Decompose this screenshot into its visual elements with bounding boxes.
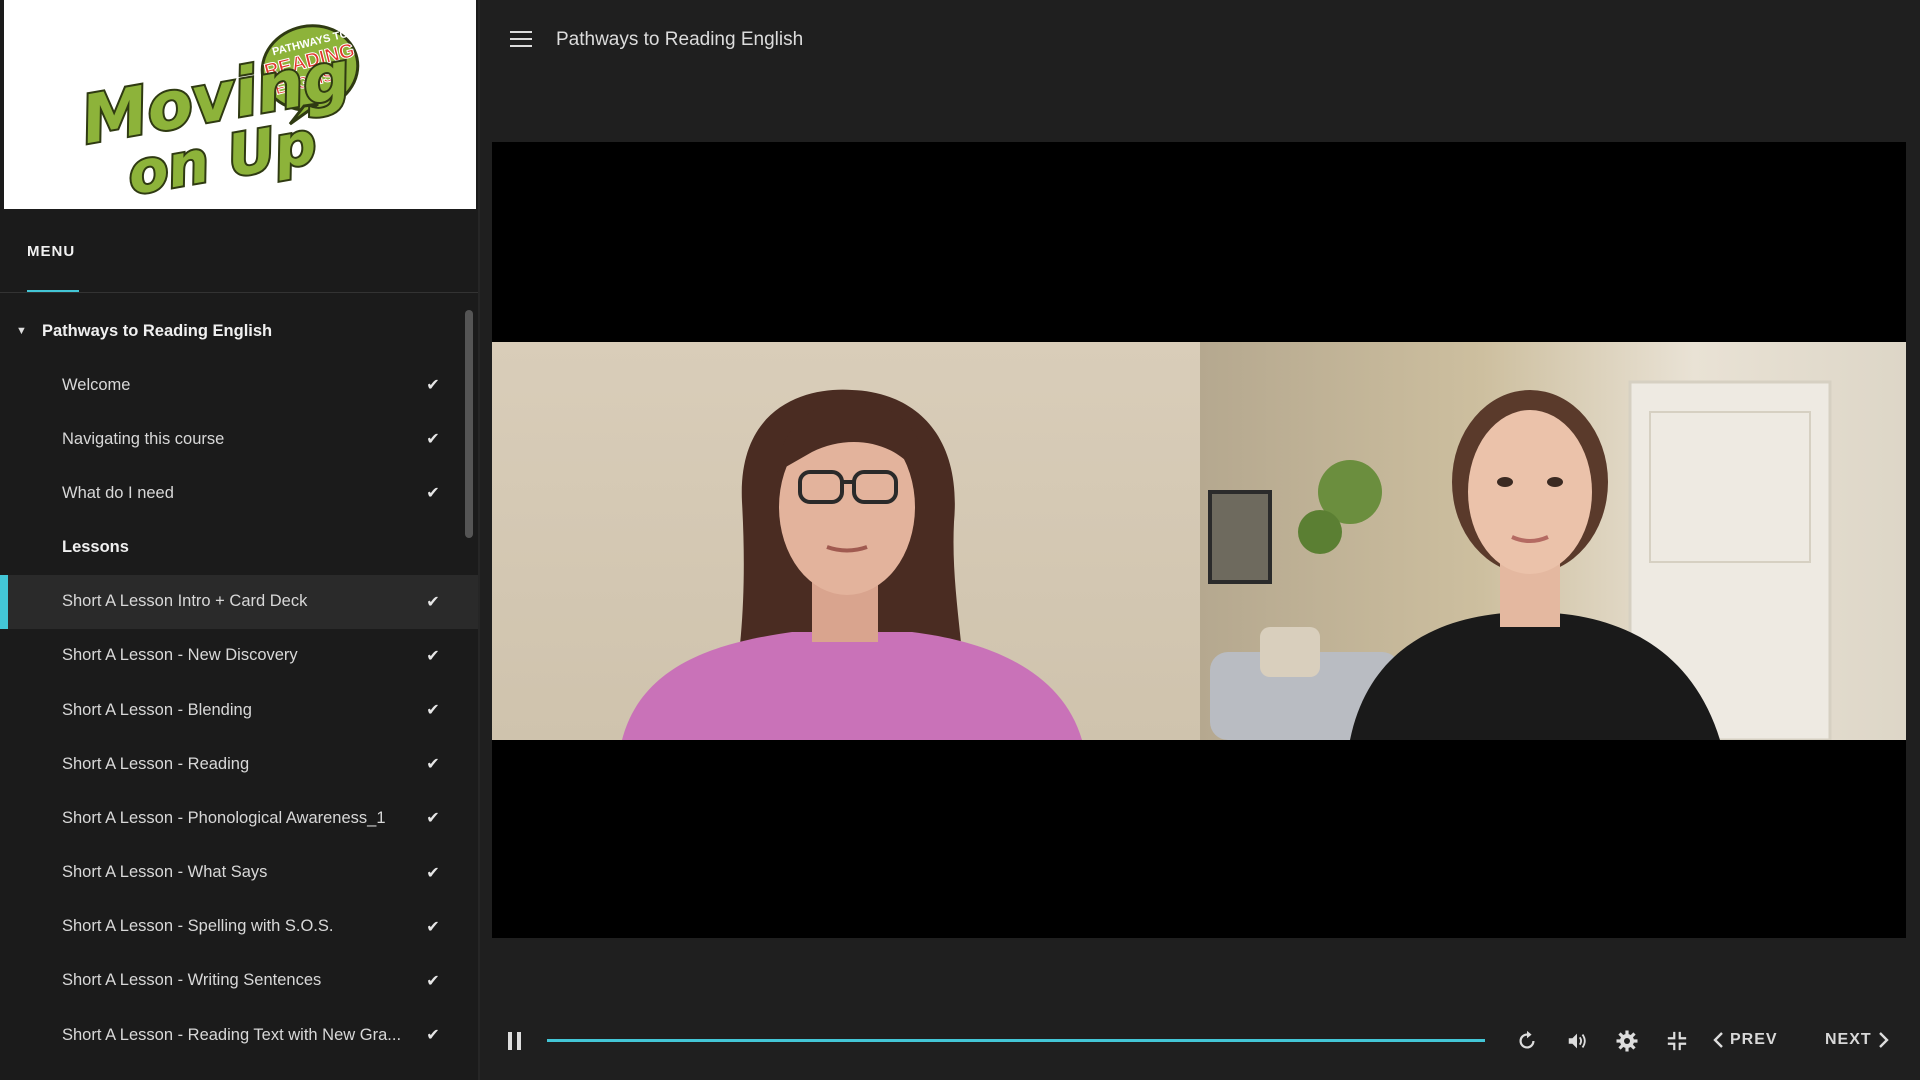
menu-item-new-discovery[interactable]: Short A Lesson - New Discovery ✔ xyxy=(0,629,478,683)
checkmark-icon: ✔ xyxy=(426,918,440,936)
next-button[interactable]: NEXT xyxy=(1825,1028,1890,1052)
menu-item-lesson-intro[interactable]: Short A Lesson Intro + Card Deck ✔ xyxy=(0,574,478,629)
replay-icon[interactable] xyxy=(1512,1026,1542,1056)
menu-item-spelling-sos[interactable]: Short A Lesson - Spelling with S.O.S. ✔ xyxy=(0,900,478,954)
menu-tab[interactable]: MENU xyxy=(27,243,75,260)
menu-item-label: Short A Lesson - New Discovery xyxy=(62,646,298,665)
menu-item-what-says[interactable]: Short A Lesson - What Says ✔ xyxy=(0,846,478,900)
menu-scrollbar[interactable] xyxy=(465,310,473,538)
menu-item-navigating[interactable]: Navigating this course ✔ xyxy=(0,412,478,466)
checkmark-icon: ✔ xyxy=(426,1027,440,1045)
menu-item-reading-text[interactable]: Short A Lesson - Reading Text with New G… xyxy=(0,1008,478,1062)
volume-icon[interactable] xyxy=(1562,1026,1592,1056)
menu-item-welcome[interactable]: Welcome ✔ xyxy=(0,358,478,412)
checkmark-icon: ✔ xyxy=(426,810,440,828)
course-section-toggle[interactable]: ▼ Pathways to Reading English xyxy=(0,304,478,358)
menu-item-what-do-i-need[interactable]: What do I need ✔ xyxy=(0,466,478,520)
menu-item-label: Welcome xyxy=(62,375,131,394)
participant-video-right xyxy=(1200,342,1906,740)
course-section-title: Pathways to Reading English xyxy=(42,321,273,340)
menu-item-label: Short A Lesson - Writing Sentences xyxy=(62,971,322,990)
checkmark-icon: ✔ xyxy=(426,647,440,665)
menu-item-label: What do I need xyxy=(62,483,174,502)
menu-item-phonological-awareness[interactable]: Short A Lesson - Phonological Awareness_… xyxy=(0,791,478,845)
chevron-right-icon xyxy=(1878,1032,1889,1048)
checkmark-icon: ✔ xyxy=(426,485,440,503)
checkmark-icon: ✔ xyxy=(426,593,440,611)
course-logo: PATHWAYS TO READING ENGLISH Moving on Up xyxy=(4,0,476,209)
progress-bar-fill xyxy=(547,1039,1485,1042)
menu-divider xyxy=(0,292,478,293)
course-title: Pathways to Reading English xyxy=(556,29,804,50)
participant-video-left xyxy=(492,342,1200,740)
menu-item-label: Navigating this course xyxy=(62,429,225,448)
prev-button[interactable]: PREV xyxy=(1712,1028,1778,1052)
prev-label: PREV xyxy=(1730,1031,1778,1048)
menu-item-label: Short A Lesson - Reading Text with New G… xyxy=(62,1025,402,1044)
settings-icon[interactable] xyxy=(1612,1026,1642,1056)
lesson-menu: ▼ Pathways to Reading English Welcome ✔ … xyxy=(0,304,478,1062)
menu-item-label: Short A Lesson - Reading xyxy=(62,754,250,773)
checkmark-icon: ✔ xyxy=(426,431,440,449)
checkmark-icon: ✔ xyxy=(426,756,440,774)
pause-icon[interactable] xyxy=(508,1032,522,1050)
menu-item-label: Short A Lesson - Blending xyxy=(62,700,252,719)
menu-item-label: Short A Lesson - Spelling with S.O.S. xyxy=(62,917,334,936)
menu-item-reading[interactable]: Short A Lesson - Reading ✔ xyxy=(0,737,478,791)
checkmark-icon: ✔ xyxy=(426,702,440,720)
chevron-left-icon xyxy=(1713,1032,1723,1048)
checkmark-icon: ✔ xyxy=(426,377,440,395)
moving-on-up-logo-graphic: PATHWAYS TO READING ENGLISH Moving on Up xyxy=(74,24,360,209)
exit-fullscreen-icon[interactable] xyxy=(1662,1026,1692,1056)
video-player[interactable] xyxy=(492,142,1906,938)
menu-item-label: Short A Lesson - Phonological Awareness_… xyxy=(62,808,386,827)
progress-bar[interactable] xyxy=(547,1039,1485,1042)
checkmark-icon: ✔ xyxy=(426,972,440,990)
menu-item-blending[interactable]: Short A Lesson - Blending ✔ xyxy=(0,683,478,737)
menu-item-writing-sentences[interactable]: Short A Lesson - Writing Sentences ✔ xyxy=(0,954,478,1008)
player-controls: PREV NEXT xyxy=(480,1000,1920,1080)
caret-down-icon: ▼ xyxy=(16,325,27,337)
next-label: NEXT xyxy=(1825,1031,1872,1048)
hamburger-menu-icon[interactable] xyxy=(510,31,532,47)
course-sidebar: PATHWAYS TO READING ENGLISH Moving on Up… xyxy=(0,0,480,1080)
top-bar: Pathways to Reading English xyxy=(480,0,1920,80)
menu-item-label: Short A Lesson Intro + Card Deck xyxy=(62,592,308,611)
lessons-subheader: Lessons xyxy=(62,538,129,557)
checkmark-icon: ✔ xyxy=(426,864,440,882)
menu-item-label: Short A Lesson - What Says xyxy=(62,863,268,882)
